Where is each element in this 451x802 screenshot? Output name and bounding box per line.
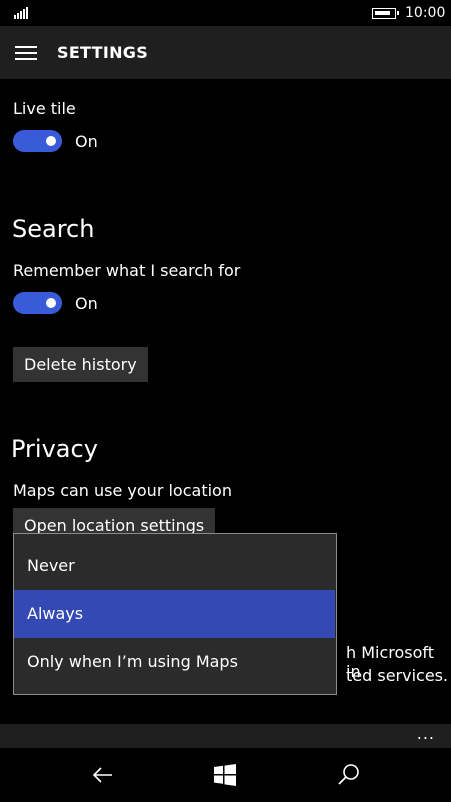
live-tile-state: On: [75, 132, 98, 151]
option-only-when-using-maps[interactable]: Only when I’m using Maps: [14, 638, 335, 686]
status-bar: 10:00: [0, 0, 451, 26]
live-tile-toggle[interactable]: [13, 130, 62, 152]
delete-history-button[interactable]: Delete history: [13, 347, 148, 382]
live-tile-label: Live tile: [13, 99, 76, 118]
page-title: SETTINGS: [57, 43, 149, 62]
battery-icon: [372, 8, 399, 19]
app-bar: ...: [0, 724, 451, 748]
toggle-knob: [46, 298, 56, 308]
remember-search-toggle[interactable]: [13, 292, 62, 314]
partial-privacy-text-line-2: ted services.: [346, 666, 449, 685]
more-options-button[interactable]: ...: [417, 724, 435, 743]
navigation-bar: [0, 748, 451, 802]
windows-start-icon[interactable]: [212, 762, 238, 788]
location-permission-dropdown: Never Always Only when I’m using Maps: [13, 533, 337, 695]
remember-search-state: On: [75, 294, 98, 313]
title-bar: SETTINGS: [0, 26, 451, 79]
signal-strength-icon: [14, 7, 30, 19]
privacy-section-title: Privacy: [11, 435, 98, 463]
option-always[interactable]: Always: [14, 590, 335, 638]
remember-search-label: Remember what I search for: [13, 261, 241, 280]
option-never[interactable]: Never: [14, 542, 335, 590]
toggle-knob: [46, 136, 56, 146]
back-arrow-icon[interactable]: [90, 762, 116, 788]
hamburger-menu-icon[interactable]: [15, 46, 37, 60]
search-icon[interactable]: [336, 762, 362, 788]
status-time: 10:00: [405, 5, 446, 21]
location-label: Maps can use your location: [13, 481, 232, 500]
search-section-title: Search: [12, 215, 95, 243]
